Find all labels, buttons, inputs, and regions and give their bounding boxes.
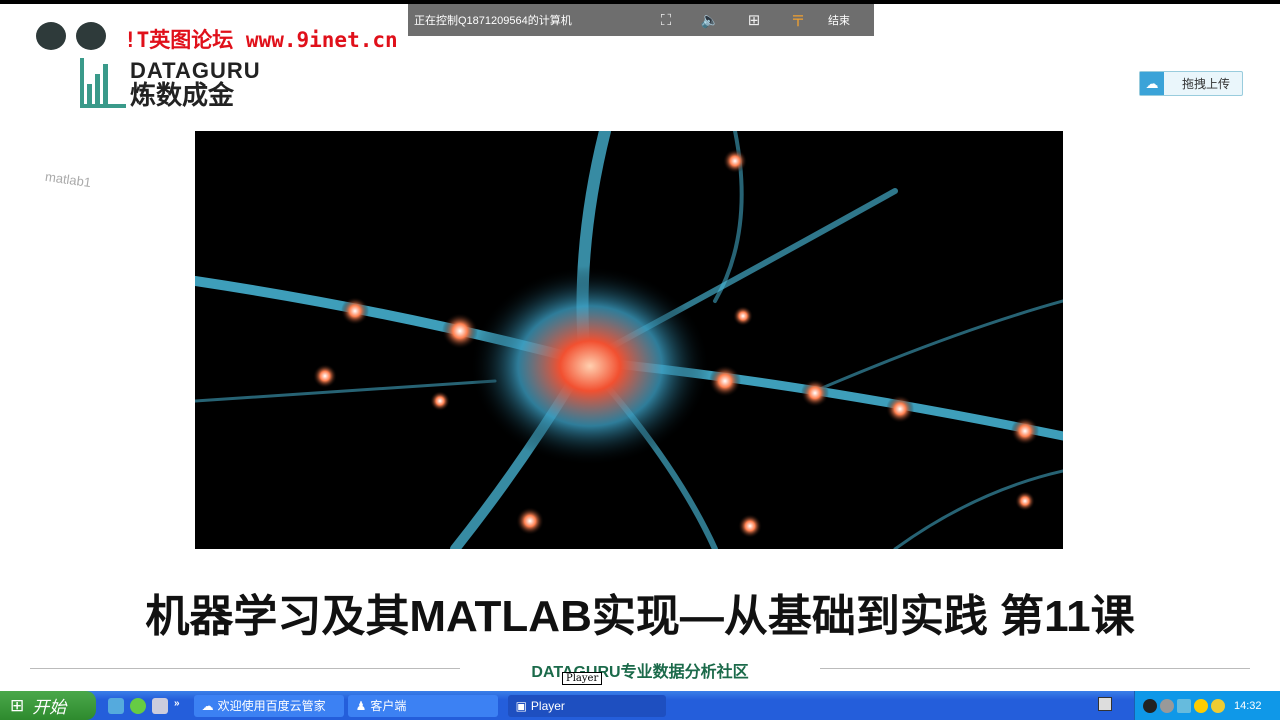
ie-icon[interactable] <box>130 697 146 714</box>
dataguru-logo: DATAGURU 炼数成金 <box>80 58 261 108</box>
shield-icon[interactable] <box>1211 698 1225 713</box>
audio-icon[interactable] <box>1160 698 1174 713</box>
quick-launch: » <box>108 697 180 714</box>
system-tray: 14:32 <box>1134 691 1280 720</box>
logo-bars-icon <box>80 58 126 108</box>
tooltip: Player <box>562 672 603 685</box>
slide-title: 机器学习及其MATLAB实现—从基础到实践 第11课 <box>145 592 1135 641</box>
volume-icon[interactable]: 🔈 <box>688 11 732 29</box>
cloud-tray-icon[interactable] <box>1177 698 1191 713</box>
task-player[interactable]: ▣ Player <box>507 694 666 717</box>
side-label: matlab1 <box>44 168 93 191</box>
task-label: 欢迎使用百度云管家 <box>217 699 326 713</box>
logo-en: DATAGURU <box>130 58 261 83</box>
player-icon: ▣ <box>515 698 527 713</box>
windows-logo-icon: ⊞ <box>10 695 25 715</box>
clock: 14:32 <box>1234 699 1262 712</box>
slide-footer: DATAGURU专业数据分析社区 <box>531 664 749 681</box>
qq-icon[interactable] <box>1143 698 1157 713</box>
neuron-graphic <box>195 131 1063 549</box>
upload-label: 拖拽上传 <box>1182 77 1231 91</box>
task-label: 客户端 <box>370 699 407 713</box>
task-baidu[interactable]: ☁ 欢迎使用百度云管家 <box>193 694 344 717</box>
drag-upload-button[interactable]: ☁ 拖拽上传 <box>1139 71 1243 96</box>
plus-icon[interactable] <box>1194 698 1208 713</box>
start-button[interactable]: ⊞ 开始 <box>0 691 96 720</box>
window-icon[interactable]: ⊞ <box>732 11 776 29</box>
client-icon: ♟ <box>355 698 367 713</box>
cloud-logo-icon <box>36 22 116 56</box>
start-label: 开始 <box>32 698 67 717</box>
task-label: Player <box>530 698 565 713</box>
remote-control-bar: 正在控制Q1871209564的计算机 ⛶ 🔈 ⊞ 〒 结束 <box>408 4 874 36</box>
end-button[interactable]: 结束 <box>828 12 850 28</box>
task-client[interactable]: ♟ 客户端 <box>347 694 498 717</box>
watermark-text: !T英图论坛 www.9inet.cn <box>124 28 398 52</box>
cloud-icon: ☁ <box>1140 72 1164 95</box>
taskbar: ⊞ 开始 » ☁ 欢迎使用百度云管家 ♟ 客户端 ▣ Player 14:32 <box>0 691 1280 720</box>
neuron-image <box>195 131 1063 549</box>
logo-cn: 炼数成金 <box>130 80 235 110</box>
watermark: !T英图论坛 www.9inet.cn <box>36 22 398 56</box>
baidu-icon: ☁ <box>201 698 214 713</box>
keyboard-icon[interactable] <box>1098 697 1112 711</box>
pin-icon[interactable]: 〒 <box>776 10 820 31</box>
more-chevron-icon[interactable]: » <box>174 698 180 714</box>
baidu-cloud-icon[interactable] <box>108 697 124 714</box>
fullscreen-icon[interactable]: ⛶ <box>644 12 688 29</box>
remote-title: 正在控制Q1871209564的计算机 <box>414 15 572 27</box>
browser-icon[interactable] <box>152 697 168 714</box>
